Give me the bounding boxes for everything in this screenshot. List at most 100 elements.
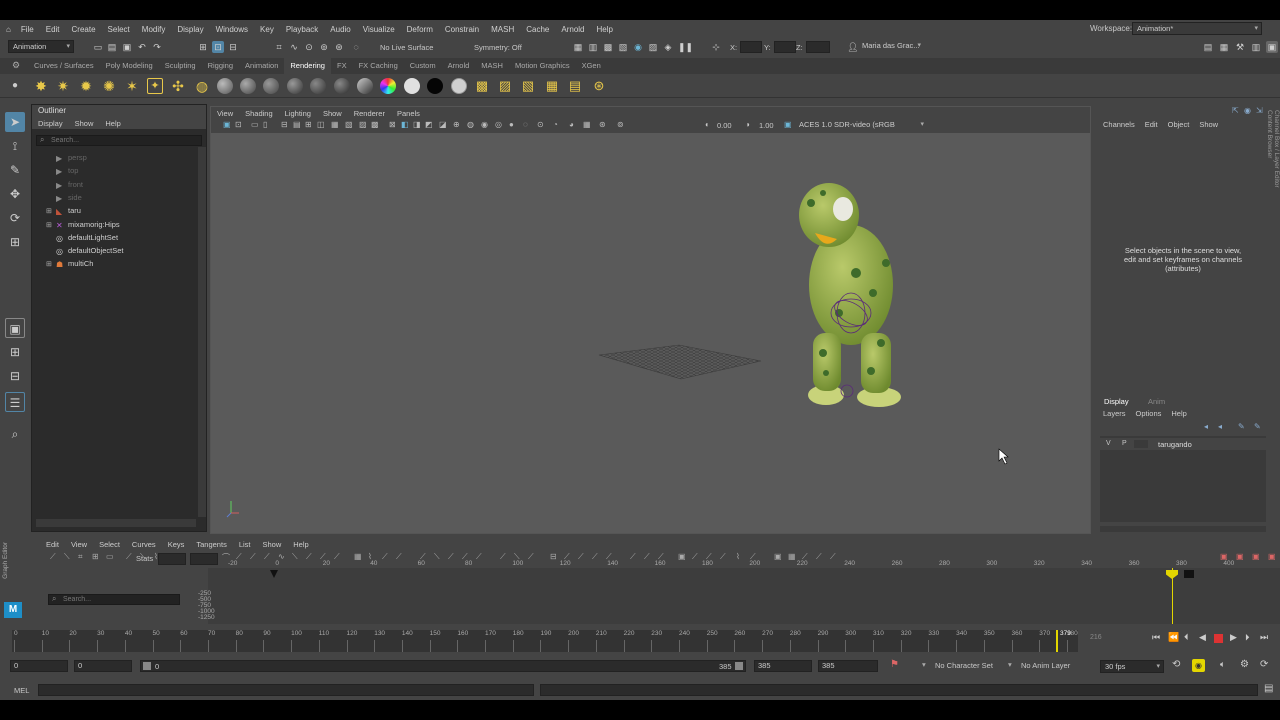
scale-tool-icon[interactable]: ⊞ bbox=[5, 232, 25, 252]
graph-search-input[interactable]: Search... bbox=[48, 594, 180, 605]
y-field[interactable] bbox=[774, 41, 796, 53]
scene-end-field[interactable]: 385 bbox=[818, 660, 878, 672]
menu-key[interactable]: Key bbox=[254, 25, 280, 34]
graph-tool-icon[interactable]: ⟋ bbox=[528, 552, 534, 562]
live-surface-label[interactable]: No Live Surface bbox=[380, 43, 433, 52]
playback-end-field[interactable]: 385 bbox=[754, 660, 812, 672]
layout-toggle-icon[interactable]: ▣ bbox=[1266, 41, 1278, 53]
viewport-menu-panels[interactable]: Panels bbox=[391, 109, 426, 118]
stop-icon[interactable] bbox=[1214, 634, 1223, 643]
arnold-ipr-icon[interactable]: ◈ bbox=[662, 41, 674, 53]
batch-render-icon[interactable]: ▦ bbox=[544, 78, 560, 94]
viewport-tool-icon[interactable]: ⊠ bbox=[389, 120, 396, 129]
snap-pivot-icon[interactable]: ◌ bbox=[350, 41, 362, 53]
volume-light-icon[interactable]: ✦ bbox=[147, 78, 163, 94]
playback-options-icon[interactable]: ⟳ bbox=[1260, 659, 1268, 670]
graph-tool-icon[interactable]: ⌇ bbox=[736, 552, 740, 561]
viewport-tool-icon[interactable]: ◩ bbox=[425, 120, 433, 129]
viewport-tool-icon[interactable]: ⊡ bbox=[235, 120, 242, 129]
shelf-tab-mash[interactable]: MASH bbox=[475, 58, 509, 74]
grey-material-icon[interactable] bbox=[451, 78, 467, 94]
new-scene-icon[interactable]: ▭ bbox=[92, 41, 104, 53]
point-light-icon[interactable]: ✹ bbox=[78, 78, 94, 94]
outliner-item[interactable]: ◎ defaultLightSet bbox=[46, 231, 118, 244]
viewport-tool-icon[interactable]: ◨ bbox=[413, 120, 421, 129]
range-slider-end-handle[interactable] bbox=[735, 662, 743, 670]
graph-menu-keys[interactable]: Keys bbox=[162, 540, 191, 549]
gamma-icon[interactable]: ◑ bbox=[745, 120, 750, 129]
shelf-tab-rigging[interactable]: Rigging bbox=[202, 58, 239, 74]
pause-icon[interactable]: ❚❚ bbox=[678, 41, 693, 53]
graph-tool-icon[interactable]: ⟋ bbox=[692, 552, 698, 562]
graph-panel-icon[interactable]: ▣ bbox=[1268, 552, 1276, 561]
viewport-tool-icon[interactable]: ⊕ bbox=[453, 120, 460, 129]
channel-box-close-icon[interactable]: ⇲ bbox=[1256, 106, 1263, 115]
channel-box-icon[interactable]: ▥ bbox=[1250, 41, 1262, 53]
shelf-tab-sculpting[interactable]: Sculpting bbox=[159, 58, 202, 74]
render-settings-icon[interactable]: ▧ bbox=[617, 41, 629, 53]
fps-dropdown[interactable]: 30 fps bbox=[1100, 660, 1164, 673]
workspace-dropdown[interactable]: Animation* bbox=[1132, 22, 1262, 35]
channel-menu-show[interactable]: Show bbox=[1194, 120, 1223, 129]
time-slider-bar[interactable]: 0 10 20 30 40 50 60 70 80 90 100 110 120 130 140 150 160… bbox=[12, 630, 1078, 652]
render-sequence-shelf-icon[interactable]: ▤ bbox=[567, 78, 583, 94]
viewport-tool-icon[interactable]: ⊞ bbox=[305, 120, 312, 129]
graph-tool-icon[interactable]: ▣ bbox=[678, 552, 686, 561]
menu-visualize[interactable]: Visualize bbox=[357, 25, 401, 34]
outliner-search-input[interactable]: Search... bbox=[36, 135, 202, 146]
graph-tool-icon[interactable]: ⟍ bbox=[292, 552, 298, 562]
render-view-icon[interactable]: ▩ bbox=[474, 78, 490, 94]
color-management-icon[interactable]: ▣ bbox=[784, 120, 792, 129]
menu-constrain[interactable]: Constrain bbox=[439, 25, 485, 34]
command-input[interactable] bbox=[38, 684, 534, 696]
layer-tab-anim[interactable]: Anim bbox=[1148, 397, 1165, 406]
graph-tool-icon[interactable]: ▦ bbox=[354, 552, 362, 561]
anim-preferences-icon[interactable]: ⚙ bbox=[1240, 659, 1249, 670]
save-scene-icon[interactable]: ▣ bbox=[121, 41, 133, 53]
side-tab-channel-box[interactable]: Channel Box / Layer Editor bbox=[1273, 110, 1280, 220]
exposure-icon[interactable]: ◐ bbox=[705, 120, 710, 129]
shelf-tab-fx[interactable]: FX bbox=[331, 58, 353, 74]
viewport-tool-icon[interactable]: ▨ bbox=[359, 120, 367, 129]
exposure-value[interactable]: 0.00 bbox=[717, 121, 732, 130]
select-object-icon[interactable]: ⊡ bbox=[212, 41, 224, 53]
menu-audio[interactable]: Audio bbox=[324, 25, 356, 34]
viewport-menu-renderer[interactable]: Renderer bbox=[348, 109, 391, 118]
anim-layer-dropdown[interactable]: No Anim Layer bbox=[1021, 661, 1070, 670]
layered-shader-icon[interactable] bbox=[357, 78, 373, 94]
step-back-frame-icon[interactable]: ⏴ bbox=[1184, 632, 1189, 643]
graph-stats-field-1[interactable] bbox=[158, 553, 186, 565]
side-tab-content-browser[interactable]: Content Browser bbox=[1266, 110, 1273, 410]
step-forward-frame-icon[interactable]: ⏵ bbox=[1245, 632, 1250, 643]
graph-menu-select[interactable]: Select bbox=[93, 540, 126, 549]
menu-deform[interactable]: Deform bbox=[401, 25, 439, 34]
menu-modify[interactable]: Modify bbox=[136, 25, 172, 34]
graph-tool-icon[interactable]: ⟋ bbox=[500, 552, 506, 562]
cache-playback-icon[interactable]: ◉ bbox=[1192, 659, 1205, 672]
viewport-3d[interactable] bbox=[211, 133, 1090, 533]
black-material-icon[interactable] bbox=[427, 78, 443, 94]
script-editor-icon[interactable]: ▤ bbox=[1264, 683, 1273, 694]
anim-layer-icon[interactable]: ▾ bbox=[1008, 660, 1012, 669]
z-field[interactable] bbox=[806, 41, 830, 53]
viewport-tool-icon[interactable]: ◍ bbox=[467, 120, 474, 129]
graph-menu-help[interactable]: Help bbox=[287, 540, 314, 549]
select-component-icon[interactable]: ⊟ bbox=[227, 41, 239, 53]
move-tool-icon[interactable]: ✥ bbox=[5, 184, 25, 204]
snap-point-icon[interactable]: ⊙ bbox=[303, 41, 315, 53]
area-light-icon[interactable]: ✶ bbox=[124, 78, 140, 94]
rotate-tool-icon[interactable]: ⟳ bbox=[5, 208, 25, 228]
surface-shader-icon[interactable] bbox=[310, 78, 326, 94]
camera-light-icon[interactable]: ✸ bbox=[33, 78, 49, 94]
graph-tool-icon[interactable]: ⟋ bbox=[816, 552, 822, 562]
two-pane-icon[interactable]: ⊟ bbox=[5, 366, 25, 386]
arnold-render-icon[interactable]: ▨ bbox=[647, 41, 659, 53]
go-to-end-icon[interactable]: ⏭ bbox=[1260, 632, 1268, 643]
four-pane-icon[interactable]: ⊞ bbox=[5, 342, 25, 362]
gamma-value[interactable]: 1.00 bbox=[759, 121, 774, 130]
graph-tool-icon[interactable]: ▭ bbox=[106, 552, 114, 561]
layer-move-down-icon[interactable]: ◂ bbox=[1218, 422, 1222, 431]
viewport-tool-icon[interactable]: ⊟ bbox=[281, 120, 288, 129]
channel-menu-object[interactable]: Object bbox=[1163, 120, 1195, 129]
x-field[interactable] bbox=[740, 41, 762, 53]
